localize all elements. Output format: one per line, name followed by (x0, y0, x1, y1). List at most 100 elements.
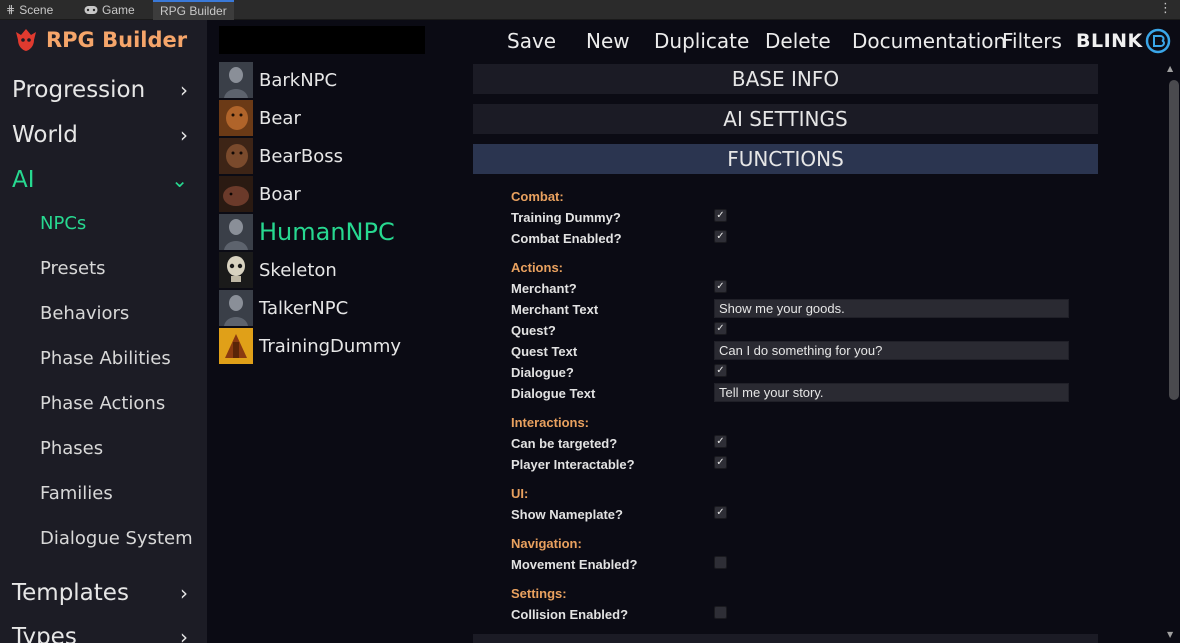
dialogue-text-input[interactable]: Tell me your story. (714, 383, 1069, 402)
entry-name: Skeleton (259, 259, 337, 281)
gamepad-icon (84, 6, 98, 14)
blink-logo-text: BLINK (1076, 30, 1143, 52)
checkbox-movement-enabled[interactable] (714, 556, 727, 569)
section-base-info[interactable]: BASE INFO (473, 64, 1098, 94)
bear-boss-portrait-icon (219, 138, 253, 174)
group-title-actions: Actions: (511, 260, 563, 275)
group-title-navigation: Navigation: (511, 536, 582, 551)
npc-list: BarkNPC Bear BearBoss Boar HumanNPC Skel… (207, 20, 457, 643)
entry-name: Bear (259, 107, 301, 129)
tab-game-label: Game (102, 3, 135, 17)
group-title-interactions: Interactions: (511, 415, 590, 430)
label-training-dummy: Training Dummy? (511, 210, 621, 225)
bear-portrait-icon (219, 100, 253, 136)
duplicate-button[interactable]: Duplicate (654, 26, 749, 56)
label-merchant-text: Merchant Text (511, 302, 599, 317)
tab-game[interactable]: Game (84, 0, 135, 20)
tab-scene[interactable]: ⋕ Scene (6, 0, 53, 20)
category-label: Templates (12, 580, 129, 606)
label-combat-enabled: Combat Enabled? (511, 231, 622, 246)
sidebar-item-families[interactable]: Families (40, 479, 113, 507)
list-item-boar[interactable]: Boar (219, 176, 301, 212)
label-can-be-targeted: Can be targeted? (511, 436, 618, 451)
entry-name: TrainingDummy (259, 335, 402, 357)
sidebar-item-presets[interactable]: Presets (40, 254, 106, 282)
category-label: World (12, 122, 78, 148)
label-movement-enabled: Movement Enabled? (511, 557, 638, 572)
sidebar-item-behaviors[interactable]: Behaviors (40, 299, 129, 327)
checkbox-quest[interactable]: ✓ (714, 322, 727, 335)
checkbox-dialogue[interactable]: ✓ (714, 364, 727, 377)
list-item-barknpc[interactable]: BarkNPC (219, 62, 337, 98)
blink-logo[interactable]: BLINK (1076, 26, 1171, 56)
checkbox-can-be-targeted[interactable]: ✓ (714, 435, 727, 448)
checkbox-show-nameplate[interactable]: ✓ (714, 506, 727, 519)
section-next-header[interactable] (473, 634, 1098, 643)
filters-button[interactable]: Filters (1002, 26, 1062, 56)
tab-rpg-builder[interactable]: RPG Builder (153, 0, 234, 20)
category-progression[interactable]: Progression › (12, 73, 202, 107)
tab-scene-label: Scene (19, 3, 54, 17)
merchant-text-input[interactable]: Show me your goods. (714, 299, 1069, 318)
entry-name: BearBoss (259, 145, 343, 167)
new-button[interactable]: New (586, 26, 630, 56)
section-ai-settings[interactable]: AI SETTINGS (473, 104, 1098, 134)
logo: RPG Builder (12, 24, 187, 56)
logo-text: RPG Builder (46, 28, 188, 52)
sidebar-item-phase-actions[interactable]: Phase Actions (40, 389, 165, 417)
list-item-talkernpc[interactable]: TalkerNPC (219, 290, 348, 326)
sidebar-item-dialogue-system[interactable]: Dialogue System (40, 524, 193, 552)
checkbox-player-interactable[interactable]: ✓ (714, 456, 727, 469)
category-world[interactable]: World › (12, 118, 202, 152)
checkbox-merchant[interactable]: ✓ (714, 280, 727, 293)
label-collision-enabled: Collision Enabled? (511, 607, 629, 622)
list-item-skeleton[interactable]: Skeleton (219, 252, 337, 288)
label-quest-text: Quest Text (511, 344, 578, 359)
list-item-humannpc[interactable]: HumanNPC (219, 214, 395, 250)
documentation-button[interactable]: Documentation (852, 26, 1006, 56)
scrollbar-thumb[interactable] (1169, 80, 1179, 400)
boar-portrait-icon (219, 176, 253, 212)
sidebar-item-phases[interactable]: Phases (40, 434, 103, 462)
category-templates[interactable]: Templates › (12, 576, 202, 610)
chevron-right-icon: › (180, 123, 188, 147)
category-types[interactable]: Types › (12, 620, 202, 643)
rpg-builder-window: ⋕ Scene Game RPG Builder ⋮ RPG Builder P… (0, 0, 1180, 643)
entry-name: BarkNPC (259, 69, 338, 91)
group-title-settings: Settings: (511, 586, 567, 601)
category-label: Types (12, 624, 77, 643)
delete-button[interactable]: Delete (765, 26, 831, 56)
editor-tab-bar: ⋕ Scene Game RPG Builder ⋮ (0, 0, 1180, 20)
sidebar-item-npcs[interactable]: NPCs (40, 209, 86, 237)
chevron-right-icon: › (180, 581, 188, 605)
list-item-bearboss[interactable]: BearBoss (219, 138, 343, 174)
quest-text-input[interactable]: Can I do something for you? (714, 341, 1069, 360)
category-ai[interactable]: AI ⌄ (12, 163, 202, 197)
list-item-trainingdummy[interactable]: TrainingDummy (219, 328, 401, 364)
scroll-up-arrow-icon[interactable]: ▲ (1167, 64, 1173, 73)
human-npc-portrait-icon (219, 290, 253, 326)
list-item-bear[interactable]: Bear (219, 100, 301, 136)
entry-name: Boar (259, 183, 301, 205)
checkbox-training-dummy[interactable]: ✓ (714, 209, 727, 222)
chevron-down-icon: ⌄ (171, 168, 188, 192)
section-functions[interactable]: FUNCTIONS (473, 144, 1098, 174)
entry-name: HumanNPC (259, 218, 395, 246)
skeleton-portrait-icon (219, 252, 253, 288)
category-label: AI (12, 167, 35, 193)
save-button[interactable]: Save (507, 26, 556, 56)
group-title-ui: UI: (511, 486, 529, 501)
rpg-logo-icon (16, 29, 36, 51)
sidebar-item-phase-abilities[interactable]: Phase Abilities (40, 344, 171, 372)
label-dialogue-text: Dialogue Text (511, 386, 596, 401)
tab-rpg-builder-label: RPG Builder (160, 3, 227, 18)
search-input[interactable] (219, 26, 425, 54)
chevron-right-icon: › (180, 78, 188, 102)
checkbox-collision-enabled[interactable] (714, 606, 727, 619)
checkbox-combat-enabled[interactable]: ✓ (714, 230, 727, 243)
label-dialogue: Dialogue? (511, 365, 574, 380)
human-npc-portrait-icon (219, 214, 253, 250)
entry-name: TalkerNPC (259, 297, 349, 319)
scroll-down-arrow-icon[interactable]: ▼ (1167, 630, 1173, 639)
kebab-menu-icon[interactable]: ⋮ (1159, 1, 1172, 16)
